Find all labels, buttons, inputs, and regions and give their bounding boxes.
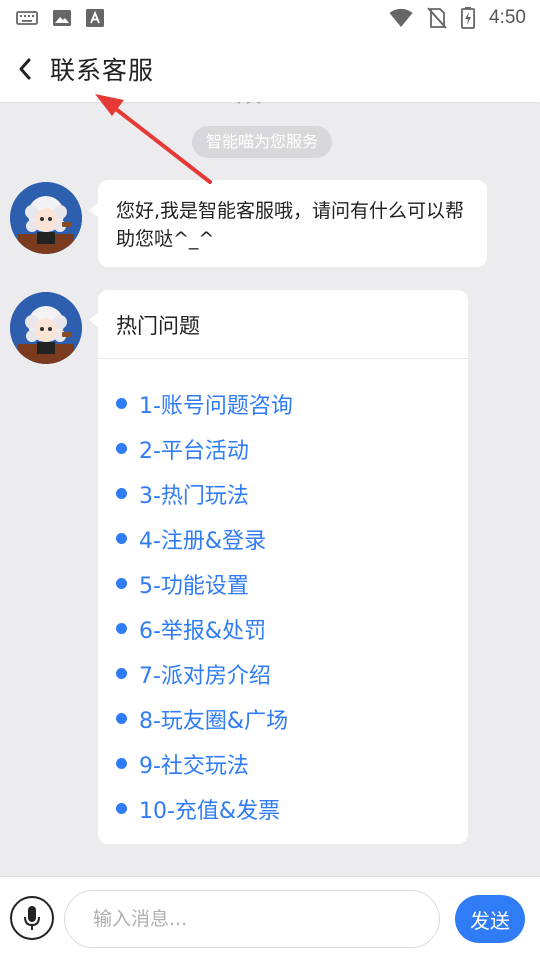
bot-avatar-icon: [10, 292, 82, 364]
greeting-bubble: 您好,我是智能客服哦，请问有什么可以帮助您哒^_^: [89, 180, 487, 267]
hot-question-label: 3-热门玩法: [139, 483, 249, 509]
hot-questions-title: 热门问题: [116, 314, 200, 338]
hot-question-label: 5-功能设置: [139, 573, 249, 599]
bullet-icon: [116, 578, 127, 589]
hot-question-item[interactable]: 3-热门玩法: [116, 471, 468, 516]
bot-avatar-icon: [10, 182, 82, 254]
hot-question-label: 1-账号问题咨询: [139, 393, 293, 419]
status-left-icons: [16, 9, 104, 27]
status-right-icons: 4:50: [389, 7, 526, 29]
status-bar: 4:50: [0, 0, 540, 36]
bullet-icon: [116, 398, 127, 409]
hot-question-label: 9-社交玩法: [139, 753, 249, 779]
bullet-icon: [116, 623, 127, 634]
wifi-icon: [389, 8, 413, 28]
bot-avatar[interactable]: [10, 182, 82, 254]
bullet-icon: [116, 533, 127, 544]
hot-questions-list: 1-账号问题咨询 2-平台活动 3-热门玩法 4-注册&登录 5-功能设置 6-…: [98, 359, 468, 831]
chat-area[interactable]: 智能喵为您服务 您好,我是智能客服哦，请问有什么可以帮助您哒^_^ 热门问题 1…: [0, 102, 540, 876]
hot-question-label: 10-充值&发票: [139, 798, 281, 824]
keyboard-icon: [16, 10, 38, 26]
hot-questions-card: 热门问题 1-账号问题咨询 2-平台活动 3-热门玩法 4-注册&登录 5-功能…: [89, 290, 468, 844]
back-button[interactable]: [0, 36, 50, 102]
font-icon: [86, 9, 104, 27]
bullet-icon: [116, 713, 127, 724]
system-notice: 智能喵为您服务: [192, 126, 333, 158]
microphone-icon: [24, 906, 40, 930]
chevron-left-icon: [19, 58, 31, 80]
battery-charging-icon: [461, 7, 476, 29]
hot-question-item[interactable]: 9-社交玩法: [116, 741, 468, 786]
hot-question-item[interactable]: 2-平台活动: [116, 426, 468, 471]
hot-question-label: 6-举报&处罚: [139, 618, 267, 644]
hot-question-label: 7-派对房介绍: [139, 663, 271, 689]
message-input[interactable]: [64, 890, 440, 948]
message-input-bar: 发送: [0, 876, 540, 960]
hot-question-label: 2-平台活动: [139, 438, 249, 464]
greeting-text: 您好,我是智能客服哦，请问有什么可以帮助您哒^_^: [116, 200, 465, 250]
app-header: 联系客服: [0, 36, 540, 102]
voice-button[interactable]: [10, 896, 54, 940]
send-button[interactable]: 发送: [455, 895, 525, 943]
bullet-icon: [116, 758, 127, 769]
status-time: 4:50: [489, 7, 526, 28]
hot-question-item[interactable]: 1-账号问题咨询: [116, 381, 468, 426]
hot-question-item[interactable]: 4-注册&登录: [116, 516, 468, 561]
hot-question-label: 8-玩友圈&广场: [139, 708, 289, 734]
bullet-icon: [116, 803, 127, 814]
hot-question-item[interactable]: 7-派对房介绍: [116, 651, 468, 696]
bullet-icon: [116, 443, 127, 454]
bullet-icon: [116, 668, 127, 679]
image-icon: [52, 9, 72, 27]
hot-question-item[interactable]: 10-充值&发票: [116, 786, 468, 831]
hot-question-item[interactable]: 6-举报&处罚: [116, 606, 468, 651]
hot-question-label: 4-注册&登录: [139, 528, 267, 554]
no-sim-icon: [427, 7, 447, 29]
bullet-icon: [116, 488, 127, 499]
bot-avatar[interactable]: [10, 292, 82, 364]
hot-question-item[interactable]: 8-玩友圈&广场: [116, 696, 468, 741]
page-title: 联系客服: [50, 56, 155, 85]
hot-question-item[interactable]: 5-功能设置: [116, 561, 468, 606]
